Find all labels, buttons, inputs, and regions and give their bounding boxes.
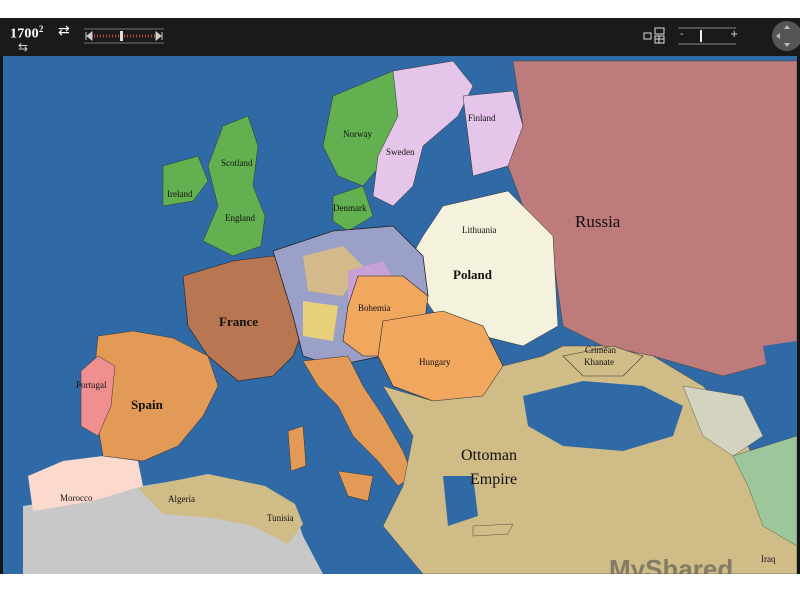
label-russia: Russia [575, 212, 621, 231]
label-bohemia: Bohemia [358, 303, 391, 313]
label-algeria: Algeria [168, 494, 195, 504]
label-morocco: Morocco [60, 493, 93, 503]
label-finland: Finland [468, 113, 496, 123]
swap-direction-icon[interactable]: ⇄ [58, 24, 70, 38]
map-canvas [23, 60, 797, 574]
toolbar: 17002 ⇆ ⇄ - + [0, 18, 800, 56]
label-england: England [225, 213, 255, 223]
layers-icon[interactable] [643, 27, 667, 48]
label-denmark: Denmark [333, 203, 367, 213]
label-crimean: Crimean [585, 345, 616, 355]
label-norway: Norway [343, 129, 372, 139]
swap-arrows-icon[interactable]: ⇆ [18, 41, 28, 53]
label-hungary: Hungary [419, 357, 451, 367]
label-scotland: Scotland [221, 158, 253, 168]
label-ottoman: Ottoman [461, 447, 517, 464]
zoom-control[interactable]: - + [678, 26, 738, 46]
britain-region [202, 115, 266, 257]
label-portugal: Portugal [76, 380, 107, 390]
sardinia-region [287, 425, 307, 472]
label-poland: Poland [453, 267, 493, 282]
sicily-region [337, 470, 374, 502]
timeline-slider[interactable] [82, 28, 166, 44]
label-ireland: Ireland [167, 189, 193, 199]
europe-map[interactable]: Norway Sweden Finland Scotland Ireland E… [3, 56, 797, 574]
label-khanate: Khanate [584, 357, 614, 367]
zoom-out-button[interactable]: - [680, 29, 684, 40]
pan-navigation-icon[interactable] [772, 21, 800, 51]
hre-state-3 [303, 301, 338, 341]
year-suffix: 2 [38, 24, 44, 34]
label-lithuania: Lithuania [462, 225, 497, 235]
caspian-sea [763, 341, 797, 416]
map-app-window: 17002 ⇆ ⇄ - + Norway Sweden Finland Scot… [0, 18, 800, 574]
fast-forward-icon [155, 30, 163, 42]
timeline-handle [120, 31, 123, 41]
label-spain: Spain [131, 397, 163, 412]
label-iraq: Iraq [761, 554, 776, 564]
label-tunisia: Tunisia [267, 513, 294, 523]
label-sweden: Sweden [386, 147, 415, 157]
label-empire: Empire [470, 471, 518, 488]
label-france: France [219, 314, 258, 329]
crete-region [472, 523, 514, 537]
zoom-in-button[interactable]: + [730, 29, 738, 40]
rewind-icon [85, 30, 93, 42]
watermark-logo: MyShared [609, 554, 734, 574]
